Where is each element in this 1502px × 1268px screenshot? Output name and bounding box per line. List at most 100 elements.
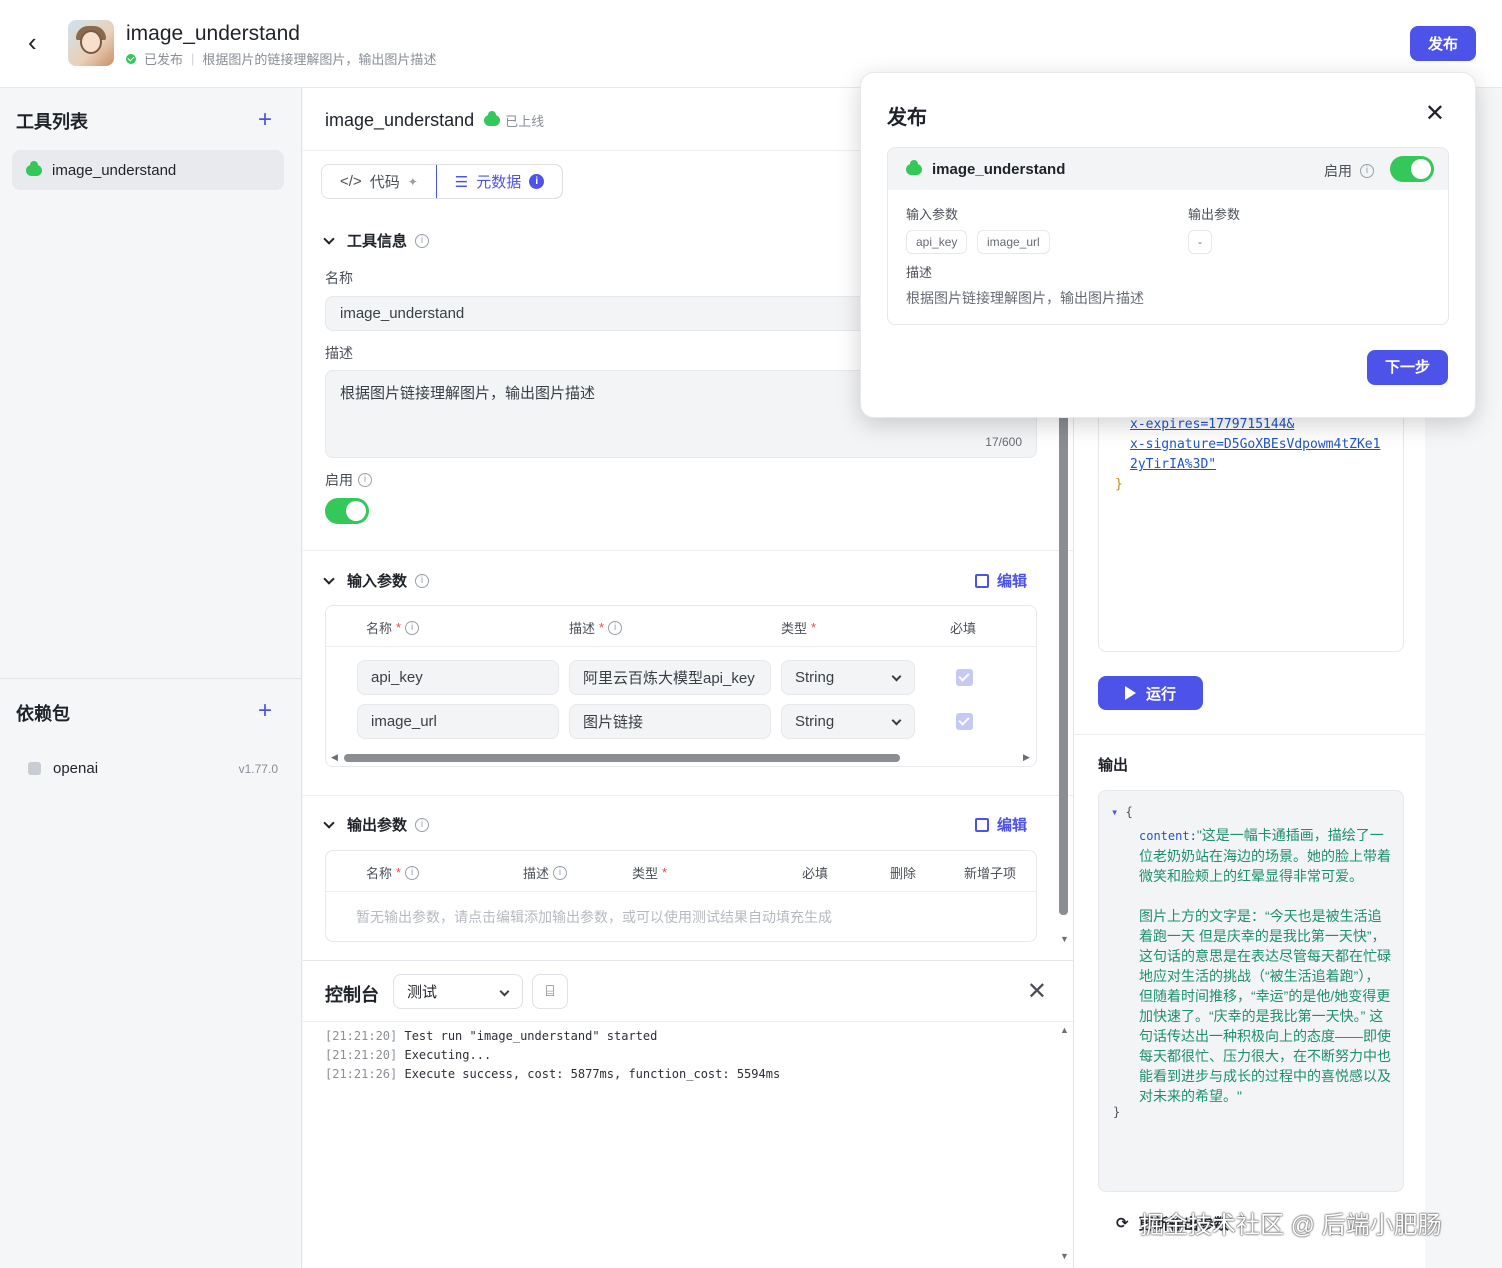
output-content: content:"这是一幅卡通插画，描绘了一位老奶奶站在海边的场景。她的脸上带着… [1139,825,1393,1106]
closing-brace: } [1115,477,1123,492]
scroll-down-icon[interactable]: ▼ [1060,1251,1069,1261]
chevron-down-icon [891,671,902,682]
run-button[interactable]: 运行 [1098,676,1203,710]
required-checkbox[interactable] [956,669,973,686]
output-params-title: 输出参数 [347,817,408,834]
col-header-name: 名称 * i [366,618,420,637]
card-enable-toggle[interactable] [1390,156,1434,182]
chevron-down-icon [323,232,335,245]
tool-item-label: image_understand [52,161,177,179]
view-switch: </> 代码 ✦ ☰ 元数据 i [321,164,564,199]
editor-title: image_understand 已上线 [325,110,544,131]
sidebar-item-tool[interactable]: image_understand [12,150,284,190]
dependency-item[interactable]: openai v1.77.0 [28,760,278,777]
required-mark: * [396,865,402,880]
col-header-type: 类型 * [781,618,816,637]
chevron-down-icon [499,986,510,997]
add-dependency-plus-icon[interactable]: + [258,699,272,723]
input-params-header[interactable]: 输入参数 i [323,570,430,591]
output-title: 输出 [1098,757,1129,774]
console-panel: 控制台 测试 ⌸ ✕ [21:21:20] Test run "image_un… [303,960,1073,1268]
col-header-desc: 描述 i [523,863,568,882]
enable-label: 启用 i [325,470,372,490]
output-tag: - [1188,230,1212,254]
col-header-required: 必填 [802,866,829,881]
divider [303,1021,1073,1022]
edit-input-params-button[interactable]: 编辑 [974,570,1027,591]
online-label: 已上线 [505,114,545,129]
log-line: [21:21:20] Executing... [325,1046,780,1065]
close-icon[interactable]: ✕ [1425,99,1445,128]
card-header: image_understand 启用 i [888,148,1448,190]
tab-code[interactable]: </> 代码 ✦ [322,165,436,198]
required-checkbox[interactable] [956,713,973,730]
cloud-online-icon [26,160,42,176]
divider [326,646,1036,647]
app-title: image_understand [126,22,300,45]
colon: : [1189,829,1197,843]
collapse-triangle-icon[interactable]: ▾ [1111,805,1118,819]
param-desc-input[interactable]: 阿里云百炼大模型api_key [569,660,771,695]
publish-button[interactable]: 发布 [1410,26,1476,61]
edit-output-params-button[interactable]: 编辑 [974,814,1027,835]
tab-code-label: 代码 [369,174,400,191]
log-time: [21:21:26] [325,1067,398,1081]
close-icon[interactable]: ✕ [1027,977,1047,1006]
info-icon: i [529,174,545,189]
scroll-up-icon[interactable]: ▲ [1060,1025,1069,1035]
divider [326,891,1036,892]
publish-status: 已发布 [144,52,184,67]
next-step-button[interactable]: 下一步 [1367,350,1448,385]
test-input-editor[interactable]: x-expires=1779715144& x-signature=D5GoXB… [1098,388,1404,652]
package-icon [28,762,41,775]
input-tag: image_url [977,230,1050,254]
edit-label: 编辑 [996,573,1027,590]
output-params-header[interactable]: 输出参数 i [323,814,430,835]
param-name-input[interactable]: api_key [357,660,559,695]
col-header-add-child: 新增子项 [964,866,1017,881]
log-time: [21:21:20] [325,1029,398,1043]
empty-output-params-text: 暂无输出参数，请点击编辑添加输出参数，或可以使用测试结果自动填充生成 [356,909,832,925]
back-arrow-icon[interactable]: ‹ [28,29,50,55]
help-icon: i [553,865,568,880]
chevron-down-icon [323,816,335,829]
console-mode-select[interactable]: 测试 [393,974,523,1009]
param-desc-input[interactable]: 图片链接 [569,704,771,739]
edit-icon [974,817,989,832]
param-type-select[interactable]: String [781,660,915,695]
output-params-table: 名称 * i 描述 i 类型 * 必填 删除 新增子项 暂无输出参数，请点击编辑添加输出… [325,850,1037,942]
scroll-down-icon[interactable]: ▼ [1060,934,1069,944]
tools-list-title: 工具列表 [16,112,88,132]
col-header-name: 名称 * i [366,863,420,882]
console-mode-value: 测试 [407,984,438,1001]
json-close: } [1113,1105,1121,1119]
tool-info-header[interactable]: 工具信息 i [323,230,430,251]
clear-console-broom-icon[interactable]: ⌸ [532,974,568,1009]
help-icon: i [358,473,372,487]
scroll-left-icon[interactable]: ◀ [331,752,338,763]
add-tool-plus-icon[interactable]: + [258,108,272,132]
log-line: [21:21:26] Execute success, cost: 5877ms… [325,1065,780,1084]
input-line: x-expires=1779715144& [1130,417,1295,432]
required-mark: * [662,865,668,880]
app-subtitle: 已发布 | 根据图片的链接理解图片，输出图片描述 [126,49,436,68]
edit-icon [974,573,989,588]
scroll-right-icon[interactable]: ▶ [1023,752,1030,763]
enable-toggle[interactable] [325,498,369,524]
play-icon [1124,686,1136,700]
output-viewer: ▾ { content:"这是一幅卡通插画，描绘了一位老奶奶站在海边的场景。她的… [1098,790,1404,1192]
log-text: Executing... [404,1048,492,1062]
param-type-select[interactable]: String [781,704,915,739]
param-name-input[interactable]: image_url [357,704,559,739]
divider: | [191,51,195,66]
tab-metadata[interactable]: ☰ 元数据 i [435,165,563,198]
col-desc-label: 描述 [523,866,550,881]
card-tool-name: image_understand [932,160,1066,178]
publish-modal: 发布 ✕ image_understand 启用 i 输入参数 api_key … [860,72,1476,418]
help-icon: i [608,620,623,635]
col-type-label: 类型 [781,621,808,636]
horizontal-scrollbar[interactable] [344,754,900,762]
published-check-icon [126,53,136,64]
input-tag: api_key [906,230,968,254]
refresh-icon: ⟳ [1116,1215,1129,1232]
